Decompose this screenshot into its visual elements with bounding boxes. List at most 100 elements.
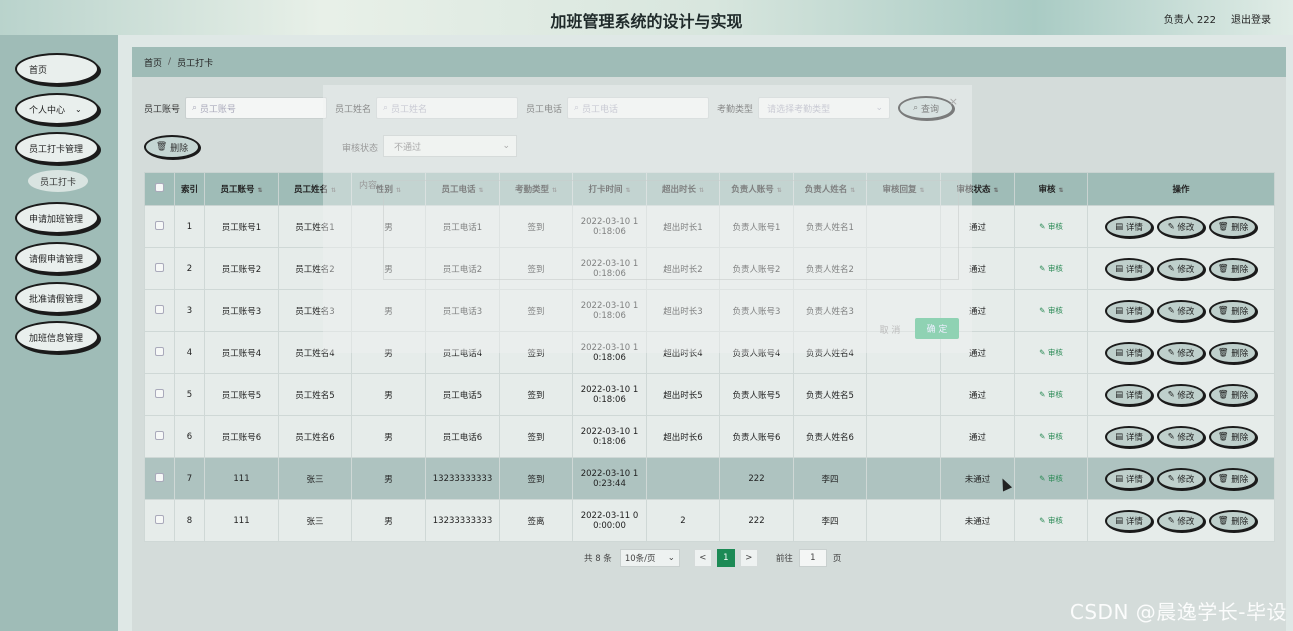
page-size-select[interactable]: 10条/页 ⌄ [619, 549, 680, 567]
delete-button[interactable]: 🗑 删除 [1209, 299, 1257, 322]
row-checkbox[interactable] [144, 289, 175, 332]
acct-search-input[interactable]: ⌕ 员工账号 [185, 97, 328, 119]
page-1-button[interactable]: 1 [716, 549, 735, 567]
detail-button[interactable]: ▤ 详情 [1105, 341, 1153, 364]
chevron-down-icon: ⌄ [667, 553, 675, 563]
cell-status: 通过 [940, 415, 1015, 458]
table-row[interactable]: 8 111 张三男 13233333333 签离 2022-03-11 0 0:00:00 2… [144, 499, 1275, 542]
edit-icon: ✎ [1167, 347, 1178, 358]
cell-manager-acct: 负责人账号5 [719, 373, 794, 416]
sort-icon: ⇅ [1058, 187, 1064, 194]
prev-page-button[interactable]: < [693, 549, 712, 567]
edit-icon: ✎ [1039, 348, 1046, 357]
edit-button[interactable]: ✎ 修改 [1157, 509, 1205, 532]
goto-page-input[interactable]: 1 [798, 549, 827, 567]
content-textarea[interactable] [383, 180, 959, 280]
audit-link[interactable]: ✎ 审核 [1039, 264, 1063, 273]
edit-button[interactable]: ✎ 修改 [1157, 383, 1205, 406]
col-audit[interactable]: 审核 ⇅ [1014, 172, 1088, 206]
app-title: 加班管理系统的设计与实现 [550, 12, 743, 31]
sidebar-item-clock-management[interactable]: 员工打卡管理 [15, 132, 99, 164]
sidebar-item-label: 批准请假管理 [29, 294, 84, 305]
row-checkbox[interactable] [144, 331, 175, 374]
edit-icon: ✎ [1167, 263, 1178, 274]
delete-button[interactable]: 🗑 删除 [1209, 257, 1257, 280]
audit-link[interactable]: ✎ 审核 [1039, 348, 1063, 357]
cell-manager-name: 负责人姓名5 [793, 373, 867, 416]
audit-link[interactable]: ✎ 审核 [1039, 390, 1063, 399]
cell-over: 2 [646, 499, 720, 542]
row-checkbox[interactable] [144, 205, 175, 248]
sidebar-item-leave-apply[interactable]: 请假申请管理 [15, 242, 99, 274]
detail-button[interactable]: ▤ 详情 [1105, 299, 1153, 322]
next-page-button[interactable]: > [739, 549, 758, 567]
cell-actions: ▤ 详情 ✎ 修改 🗑 删除 [1087, 289, 1275, 332]
trash-icon: 🗑 [155, 142, 171, 152]
cell-actions: ▤ 详情 ✎ 修改 🗑 删除 [1087, 457, 1275, 500]
edit-button[interactable]: ✎ 修改 [1157, 215, 1205, 238]
edit-icon: ✎ [1039, 222, 1046, 231]
row-checkbox[interactable] [144, 373, 175, 416]
detail-button[interactable]: ▤ 详情 [1105, 467, 1153, 490]
document-icon: ▤ [1115, 347, 1126, 358]
row-checkbox[interactable] [144, 415, 175, 458]
audit-link[interactable]: ✎ 审核 [1039, 432, 1063, 441]
audit-link[interactable]: ✎ 审核 [1039, 222, 1063, 231]
audit-link[interactable]: ✎ 审核 [1039, 516, 1063, 525]
row-checkbox[interactable] [144, 499, 175, 542]
table-row[interactable]: 5 员工账号5 员工姓名5 男员工电话5 签到 2022-03-10 1 0:18:06 超出… [144, 373, 1275, 416]
cell-reply [866, 499, 941, 542]
document-icon: ▤ [1115, 515, 1126, 526]
total-count: 共 8 条 [584, 554, 612, 564]
edit-button[interactable]: ✎ 修改 [1157, 341, 1205, 364]
edit-button[interactable]: ✎ 修改 [1157, 425, 1205, 448]
audit-link[interactable]: ✎ 审核 [1039, 306, 1063, 315]
sidebar-subitem-clock[interactable]: 员工打卡 [28, 170, 88, 192]
delete-button[interactable]: 🗑 删除 [1209, 467, 1257, 490]
status-select[interactable]: 不通过 ⌄ [383, 135, 517, 157]
delete-button[interactable]: 🗑 删除 [1209, 341, 1257, 364]
delete-button[interactable]: 🗑 删除 [1209, 215, 1257, 238]
sidebar-item-personal-center[interactable]: 个人中心 ⌄ [15, 93, 99, 125]
sidebar-item-leave-approve[interactable]: 批准请假管理 [15, 282, 99, 314]
sidebar: 首页 个人中心 ⌄ 员工打卡管理 员工打卡 申请加班管理 请假申请管理 批准请假管… [0, 35, 118, 631]
audit-link[interactable]: ✎ 审核 [1039, 474, 1063, 483]
trash-icon: 🗑 [1217, 389, 1232, 400]
cell-index: 3 [174, 289, 205, 332]
col-acct[interactable]: 员工账号 ⇅ [204, 172, 279, 206]
table-row[interactable]: 6 员工账号6 员工姓名6 男员工电话6 签到 2022-03-10 1 0:18:06 超出… [144, 415, 1275, 458]
close-icon[interactable]: × [949, 95, 958, 108]
cell-audit: ✎ 审核 [1014, 289, 1088, 332]
sidebar-item-overtime-apply[interactable]: 申请加班管理 [15, 202, 99, 234]
delete-button[interactable]: 🗑 删除 [1209, 509, 1257, 532]
detail-button[interactable]: ▤ 详情 [1105, 383, 1153, 406]
select-all-checkbox[interactable] [144, 172, 175, 206]
sidebar-item-home[interactable]: 首页 [15, 53, 99, 85]
delete-button[interactable]: 🗑 删除 [1209, 383, 1257, 406]
logout-link[interactable]: 退出登录 [1231, 11, 1271, 26]
table-row[interactable]: 7 111 张三男 13233333333 签到 2022-03-10 1 0:23:44 2… [144, 457, 1275, 500]
document-icon: ▤ [1115, 221, 1126, 232]
detail-button[interactable]: ▤ 详情 [1105, 509, 1153, 532]
ok-button[interactable]: 确 定 [915, 318, 959, 339]
row-checkbox[interactable] [144, 247, 175, 290]
batch-delete-button[interactable]: 🗑 删除 [144, 135, 200, 159]
detail-button[interactable]: ▤ 详情 [1105, 215, 1153, 238]
breadcrumb-home[interactable]: 首页 [144, 56, 162, 69]
edit-button[interactable]: ✎ 修改 [1157, 257, 1205, 280]
cancel-button[interactable]: 取 消 [869, 319, 911, 339]
cell-actions: ▤ 详情 ✎ 修改 🗑 删除 [1087, 247, 1275, 290]
edit-button[interactable]: ✎ 修改 [1157, 299, 1205, 322]
trash-icon: 🗑 [1217, 305, 1232, 316]
edit-button[interactable]: ✎ 修改 [1157, 467, 1205, 490]
detail-button[interactable]: ▤ 详情 [1105, 257, 1153, 280]
row-checkbox[interactable] [144, 457, 175, 500]
detail-button[interactable]: ▤ 详情 [1105, 425, 1153, 448]
cell-phone: 13233333333 [425, 499, 500, 542]
sidebar-item-overtime-info[interactable]: 加班信息管理 [15, 321, 99, 353]
edit-icon: ✎ [1039, 432, 1046, 441]
cell-index: 6 [174, 415, 205, 458]
breadcrumb-separator: / [168, 57, 172, 67]
col-index: 索引 [174, 172, 205, 206]
delete-button[interactable]: 🗑 删除 [1209, 425, 1257, 448]
